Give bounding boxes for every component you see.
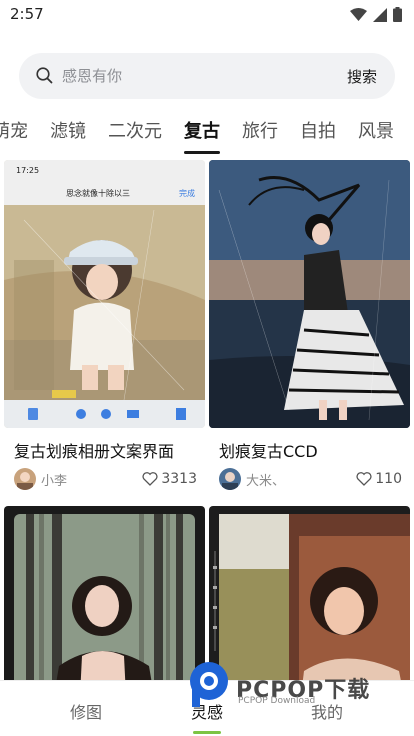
author-name[interactable]: 大米、 [246,470,356,489]
active-tab-indicator [184,151,220,154]
status-time: 2:57 [10,5,44,23]
card-forest-portrait[interactable] [4,506,205,696]
status-bar: 2:57 [0,0,414,30]
card-meta: 小李 3313 [14,467,197,491]
overlay-status-time: 17:25 [16,166,40,175]
like-count: 110 [375,471,402,487]
search-input[interactable] [62,53,332,99]
card-title: 复古划痕相册文案界面 [14,442,175,461]
like-button[interactable]: 3313 [142,471,197,487]
tab-selfie[interactable]: 自拍 [300,118,336,158]
card-title: 划痕复古CCD [219,442,318,461]
card-image [4,506,205,696]
photo-girl-at-beach [209,160,410,428]
watermark-sub: PCPOP Download [238,696,316,706]
card-meta: 大米、 110 [219,467,402,491]
tab-retro[interactable]: 复古 [184,118,220,158]
search-bar[interactable]: 搜索 [19,53,395,99]
tab-filters[interactable]: 滤镜 [50,118,86,158]
battery-icon [393,7,402,22]
tab-pets[interactable]: 萌宠 [0,118,28,158]
overlay-album-title: 思念就像十除以三 [66,189,130,198]
nav-active-indicator [193,731,221,734]
author-name[interactable]: 小李 [41,470,142,489]
card-retro-scratch-album[interactable]: 17:25 思念就像十除以三 完成 复古划痕相册文案界面 小李 3313 [4,160,205,495]
photo-girl-in-cap [4,160,205,428]
nav-edit-photo[interactable]: 修图 [70,699,102,723]
avatar[interactable] [219,468,241,490]
card-image: 17:25 思念就像十除以三 完成 [4,160,205,428]
card-image [209,160,410,428]
heart-icon [142,472,158,486]
wifi-icon [350,8,367,21]
search-button[interactable]: 搜索 [347,66,377,87]
tab-retro-label: 复古 [184,121,220,142]
category-tabs: 萌宠 滤镜 二次元 复古 旅行 自拍 风景 [0,118,394,158]
avatar[interactable] [14,468,36,490]
signal-icon [373,7,387,22]
like-button[interactable]: 110 [356,471,402,487]
tab-scenery[interactable]: 风景 [358,118,394,158]
like-count: 3313 [161,471,197,487]
pcpop-logo-icon [190,662,228,707]
pcpop-watermark: PCPOP下载 PCPOP Download [186,660,396,710]
overlay-done-button: 完成 [179,189,195,198]
heart-icon [356,472,372,486]
card-scratch-retro-ccd[interactable]: 划痕复古CCD 大米、 110 [209,160,410,495]
tab-travel[interactable]: 旅行 [242,118,278,158]
search-icon [36,67,53,84]
tab-anime[interactable]: 二次元 [108,118,162,158]
photo-girl-in-forest [4,506,205,696]
